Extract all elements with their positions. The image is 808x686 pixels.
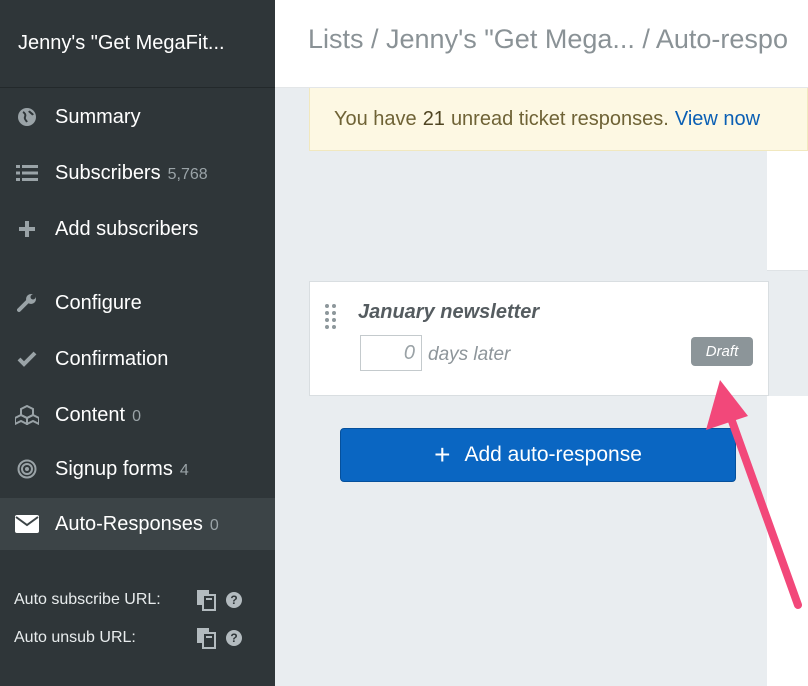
top-bar: Lists / Jenny's "Get Mega... / Auto-resp… [275,0,808,88]
sidebar-item-label: Subscribers [55,161,161,184]
auto-responses-count: 0 [209,516,219,534]
copy-icon[interactable] [196,589,218,611]
auto-subscribe-url-label: Auto subscribe URL: [14,591,161,608]
sidebar-item-label: Confirmation [55,347,169,370]
globe-icon [14,104,40,130]
signup-forms-count: 4 [179,461,189,479]
notice-prefix: You have [334,107,417,130]
check-icon [14,346,40,372]
days-later-label: days later [428,344,511,365]
subscribers-count: 5,768 [167,165,208,183]
drag-handle-icon[interactable] [325,304,337,329]
sidebar-item-subscribers[interactable]: Subscribers 5,768 [0,147,275,199]
days-later-input[interactable] [360,335,422,371]
add-auto-response-label: Add auto-response [464,443,642,466]
auto-response-title[interactable]: January newsletter [358,301,539,324]
side-panel-lower [767,396,808,686]
target-icon [14,456,40,482]
auto-subscribe-url-row: Auto subscribe URL: ? [14,585,242,615]
side-panel [767,151,808,271]
envelope-icon [14,511,40,537]
list-icon [14,160,40,186]
sidebar-item-configure[interactable]: Configure [0,277,275,329]
sidebar-item-signup-forms[interactable]: Signup forms 4 [0,443,275,495]
auto-unsub-url-row: Auto unsub URL: ? [14,623,242,653]
status-badge: Draft [691,337,753,366]
sidebar-item-label: Content [55,403,126,426]
sidebar-item-label: Configure [55,291,142,314]
view-now-link[interactable]: View now [675,108,760,131]
unread-tickets-notice: You have 21 unread ticket responses. Vie… [309,88,808,151]
breadcrumb[interactable]: Lists / Jenny's "Get Mega... / Auto-resp… [308,24,788,55]
auto-unsub-url-label: Auto unsub URL: [14,629,136,646]
unread-count: 21 [422,107,445,130]
copy-icon[interactable] [196,627,218,649]
cubes-icon [14,402,40,428]
sidebar-item-add-subscribers[interactable]: Add subscribers [0,203,275,255]
sidebar-item-label: Add subscribers [55,217,199,240]
add-auto-response-button[interactable]: + Add auto-response [340,428,736,482]
auto-response-card[interactable]: January newsletter days later Draft [309,281,769,396]
help-icon[interactable]: ? [226,592,242,608]
wrench-icon [14,290,40,316]
notice-suffix: unread ticket responses. [450,107,669,130]
help-icon[interactable]: ? [226,630,242,646]
list-title[interactable]: Jenny's "Get MegaFit... [0,0,275,88]
sidebar: Jenny's "Get MegaFit... Summary Subscrib… [0,0,275,686]
plus-icon: + [434,439,451,470]
sidebar-item-label: Signup forms [55,457,173,480]
sidebar-item-label: Summary [55,105,141,128]
sidebar-item-confirmation[interactable]: Confirmation [0,333,275,385]
sidebar-item-auto-responses[interactable]: Auto-Responses 0 [0,498,275,550]
plus-icon [14,216,40,242]
sidebar-item-summary[interactable]: Summary [0,91,275,143]
sidebar-item-label: Auto-Responses [55,512,203,535]
sidebar-item-content[interactable]: Content 0 [0,389,275,441]
content-count: 0 [132,407,141,425]
